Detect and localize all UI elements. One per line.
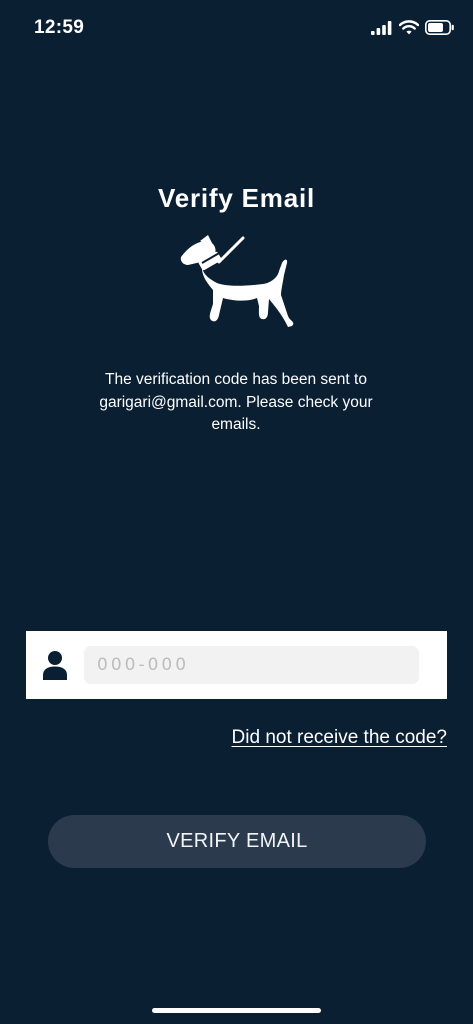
status-icons bbox=[371, 20, 455, 35]
verification-code-input[interactable] bbox=[84, 646, 419, 684]
wifi-icon bbox=[399, 20, 419, 35]
page-title: Verify Email bbox=[157, 183, 316, 213]
verification-message: The verification code has been sent to g… bbox=[99, 371, 373, 433]
code-entry-panel bbox=[26, 631, 447, 699]
dog-icon bbox=[180, 235, 294, 327]
verify-email-button[interactable]: VERIFY EMAIL bbox=[48, 815, 426, 868]
status-bar: 12:59 bbox=[0, 0, 473, 60]
status-time: 12:59 bbox=[34, 17, 85, 38]
home-indicator bbox=[152, 1008, 321, 1013]
signal-icon bbox=[371, 20, 392, 35]
person-icon bbox=[43, 651, 67, 680]
battery-icon bbox=[425, 20, 454, 35]
resend-code-link[interactable]: Did not receive the code? bbox=[232, 727, 447, 749]
